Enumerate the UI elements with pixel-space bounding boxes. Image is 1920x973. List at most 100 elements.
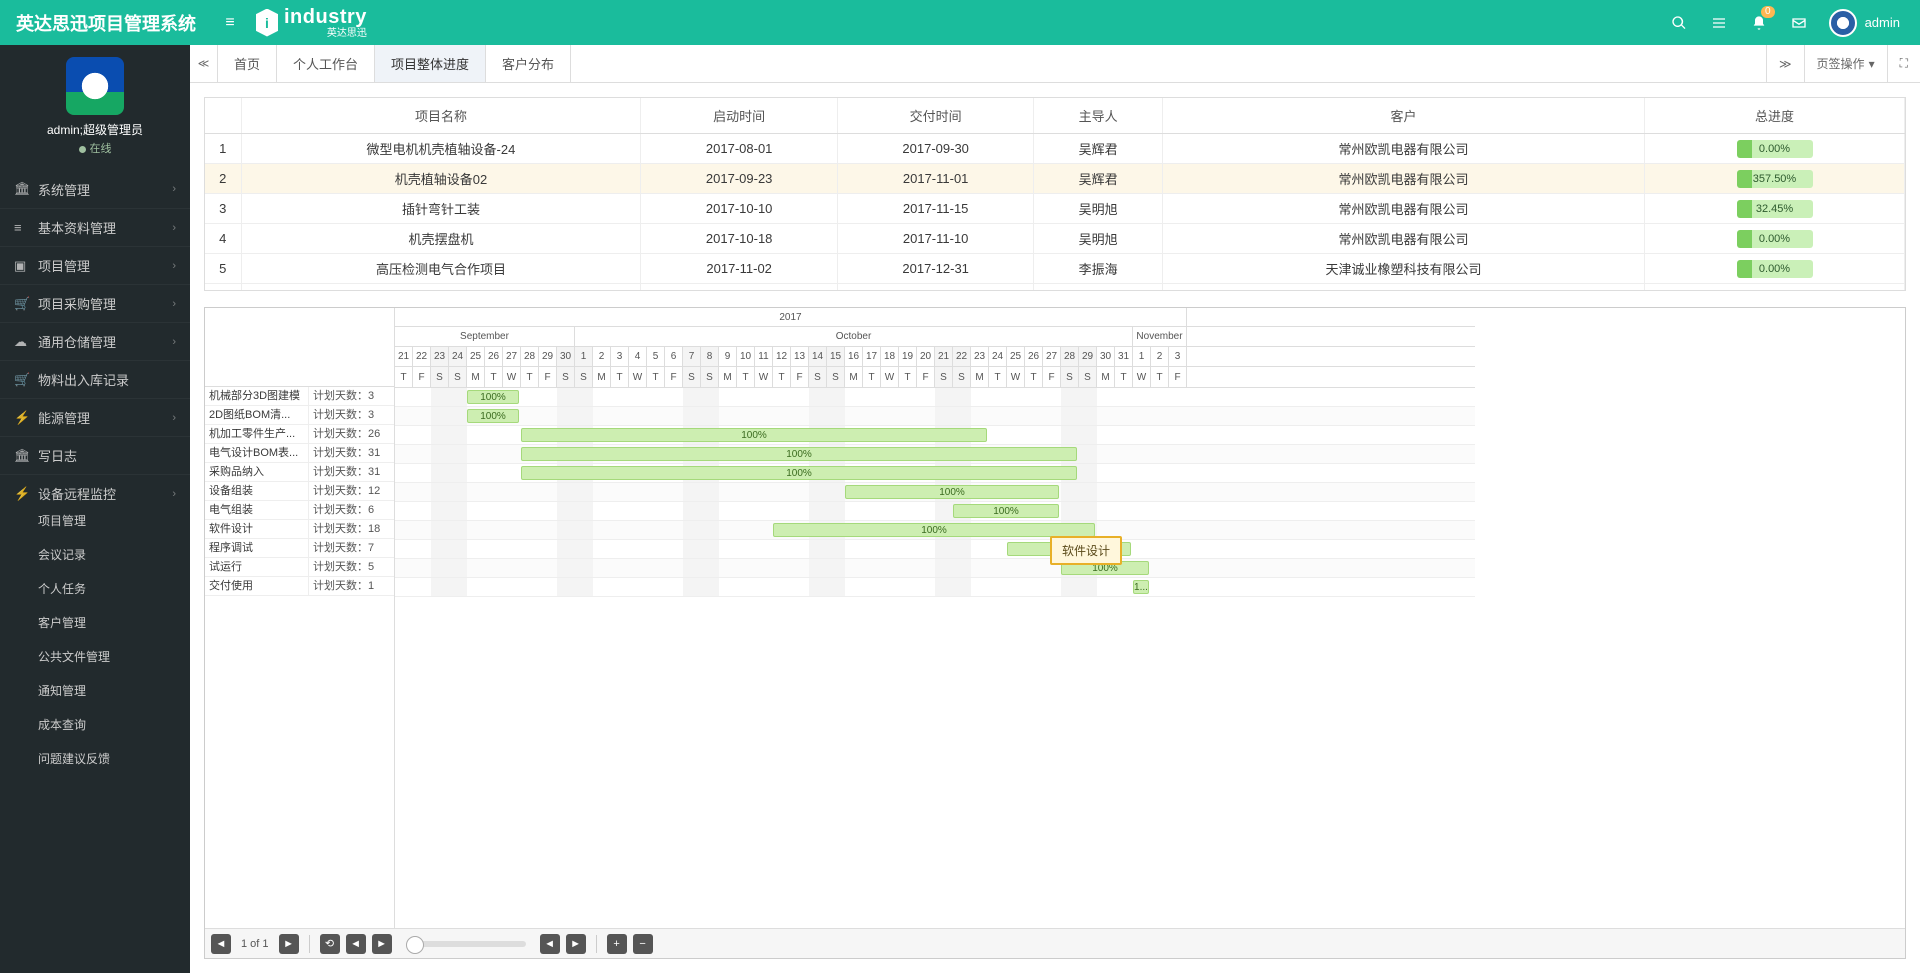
gantt-bar[interactable]: 100%	[521, 447, 1077, 461]
sidebar-item-7[interactable]: 🏛写日志	[0, 436, 190, 474]
sidebar-subitem-1[interactable]: 会议记录	[0, 546, 190, 580]
sidebar-subitem-5[interactable]: 通知管理	[0, 682, 190, 716]
gantt-weekday: T	[485, 367, 503, 387]
gantt-bar[interactable]: 100%	[467, 409, 519, 423]
sidebar-user-name: admin;超级管理员	[0, 121, 190, 138]
gantt-weekday: T	[899, 367, 917, 387]
chevron-right-icon: ›	[172, 222, 176, 234]
gantt-task-plan: 计划天数：31	[309, 444, 394, 462]
tab-1[interactable]: 个人工作台	[277, 45, 375, 82]
gantt-day: 23	[971, 347, 989, 366]
sidebar-toggle-icon[interactable]: ≡	[212, 14, 248, 32]
gantt-timeline[interactable]: 2017SeptemberOctoberNovember212223242526…	[395, 308, 1905, 928]
gantt-bar[interactable]: 1...	[1133, 580, 1149, 594]
gantt-task-row[interactable]: 电气设计BOM表...计划天数：31	[205, 444, 394, 463]
menu-icon: ☁	[14, 334, 38, 350]
table-row[interactable]: 1微型电机机壳植轴设备-242017-08-012017-09-30吴辉君常州欧…	[205, 134, 1905, 164]
gantt-bar[interactable]: 100%	[521, 466, 1077, 480]
sidebar-user-status: 在线	[0, 140, 190, 156]
gantt-task-name: 采购品纳入	[205, 463, 309, 481]
tab-0[interactable]: 首页	[218, 45, 277, 82]
gantt-task-row[interactable]: 机械部分3D图建模计划天数：3	[205, 387, 394, 406]
gantt-task-row[interactable]: 交付使用计划天数：1	[205, 577, 394, 596]
tab-3[interactable]: 客户分布	[486, 45, 571, 82]
gantt-day: 11	[755, 347, 773, 366]
gantt-task-row[interactable]: 软件设计计划天数：18	[205, 520, 394, 539]
gantt-bar-row: 1...	[395, 578, 1475, 597]
sidebar-item-4[interactable]: ☁通用仓储管理›	[0, 322, 190, 360]
tasks-icon[interactable]	[1699, 0, 1739, 45]
table-row[interactable]: 6项目管理系统2017-11-012017-11-30周贤广中山英达思迅智能科技…	[205, 284, 1905, 291]
gantt-task-plan: 计划天数：18	[309, 520, 394, 538]
gantt-task-row[interactable]: 设备组装计划天数：12	[205, 482, 394, 501]
gantt-scroll-left-icon[interactable]: ◄	[540, 934, 560, 954]
gantt-task-row[interactable]: 试运行计划天数：5	[205, 558, 394, 577]
gantt-weekday: W	[1133, 367, 1151, 387]
table-row[interactable]: 4机壳摆盘机2017-10-182017-11-10吴明旭常州欧凯电器有限公司0…	[205, 224, 1905, 254]
sidebar-subitem-3[interactable]: 客户管理	[0, 614, 190, 648]
table-row[interactable]: 3插针弯针工装2017-10-102017-11-15吴明旭常州欧凯电器有限公司…	[205, 194, 1905, 224]
fullscreen-icon[interactable]: ⛶	[1887, 45, 1920, 82]
table-header: 启动时间	[641, 98, 838, 134]
sidebar-item-3[interactable]: 🛒项目采购管理›	[0, 284, 190, 322]
gantt-weekday: M	[845, 367, 863, 387]
gantt-day: 24	[989, 347, 1007, 366]
gantt-bar[interactable]: 100%	[845, 485, 1059, 499]
sidebar-user-panel: admin;超级管理员 在线	[0, 45, 190, 164]
gantt-zoom-out-icon[interactable]: −	[633, 934, 653, 954]
gantt-task-row[interactable]: 采购品纳入计划天数：31	[205, 463, 394, 482]
gantt-next-page-icon[interactable]: ►	[279, 934, 299, 954]
tab-scroll-right-icon[interactable]: ≫	[1766, 45, 1804, 82]
table-row[interactable]: 5高压检测电气合作项目2017-11-022017-12-31李振海天津诚业橡塑…	[205, 254, 1905, 284]
gantt-zoom-slider[interactable]	[406, 941, 526, 947]
table-header	[205, 98, 241, 134]
sidebar-subitem-4[interactable]: 公共文件管理	[0, 648, 190, 682]
gantt-weekday: F	[791, 367, 809, 387]
tab-scroll-left-icon[interactable]: ≪	[190, 45, 218, 82]
search-icon[interactable]	[1659, 0, 1699, 45]
gantt-day: 12	[773, 347, 791, 366]
bell-icon[interactable]: 0	[1739, 0, 1779, 45]
user-menu[interactable]: admin	[1819, 9, 1910, 37]
sidebar-item-1[interactable]: ≡基本资料管理›	[0, 208, 190, 246]
gantt-bar[interactable]: 100%	[521, 428, 987, 442]
gantt-day: 29	[539, 347, 557, 366]
mail-icon[interactable]	[1779, 0, 1819, 45]
tab-operations-dropdown[interactable]: 页签操作▾	[1804, 45, 1887, 82]
gantt-bar[interactable]: 100%	[773, 523, 1095, 537]
sidebar-subitem-2[interactable]: 个人任务	[0, 580, 190, 614]
sidebar-item-6[interactable]: ⚡能源管理›	[0, 398, 190, 436]
sidebar-item-5[interactable]: 🛒物料出入库记录	[0, 360, 190, 398]
gantt-bar-row: 100%	[395, 521, 1475, 540]
gantt-task-row[interactable]: 电气组装计划天数：6	[205, 501, 394, 520]
gantt-nav-left-icon[interactable]: ◄	[346, 934, 366, 954]
sidebar-subitem-6[interactable]: 成本查询	[0, 716, 190, 750]
sidebar-item-2[interactable]: ▣项目管理›	[0, 246, 190, 284]
gantt-bar-row: 100%	[395, 388, 1475, 407]
gantt-task-plan: 计划天数：26	[309, 425, 394, 443]
gantt-task-row[interactable]: 程序调试计划天数：7	[205, 539, 394, 558]
gantt-zoom-in-icon[interactable]: +	[607, 934, 627, 954]
gantt-bar[interactable]: 100%	[953, 504, 1059, 518]
gantt-nav-right-icon[interactable]: ►	[372, 934, 392, 954]
gantt-weekday: W	[881, 367, 899, 387]
sidebar-avatar	[66, 57, 124, 115]
tab-2[interactable]: 项目整体进度	[375, 45, 486, 82]
progress-bar: 357.50%	[1737, 170, 1813, 188]
sidebar-item-8[interactable]: ⚡设备远程监控›	[0, 474, 190, 512]
gantt-weekday: S	[701, 367, 719, 387]
menu-label: 写日志	[38, 446, 77, 465]
sidebar-item-0[interactable]: 🏛系统管理›	[0, 170, 190, 208]
gantt-task-row[interactable]: 2D图纸BOM清...计划天数：3	[205, 406, 394, 425]
gantt-refresh-icon[interactable]: ⟲	[320, 934, 340, 954]
gantt-weekday: M	[971, 367, 989, 387]
table-row[interactable]: 2机壳植轴设备022017-09-232017-11-01吴辉君常州欧凯电器有限…	[205, 164, 1905, 194]
gantt-task-row[interactable]: 机加工零件生产...计划天数：26	[205, 425, 394, 444]
sidebar-subitem-7[interactable]: 问题建议反馈	[0, 750, 190, 784]
table-header: 总进度	[1645, 98, 1905, 134]
gantt-weekday: S	[431, 367, 449, 387]
sidebar-subitem-0[interactable]: 项目管理	[0, 512, 190, 546]
gantt-prev-page-icon[interactable]: ◄	[211, 934, 231, 954]
gantt-bar[interactable]: 100%	[467, 390, 519, 404]
gantt-scroll-right-icon[interactable]: ►	[566, 934, 586, 954]
